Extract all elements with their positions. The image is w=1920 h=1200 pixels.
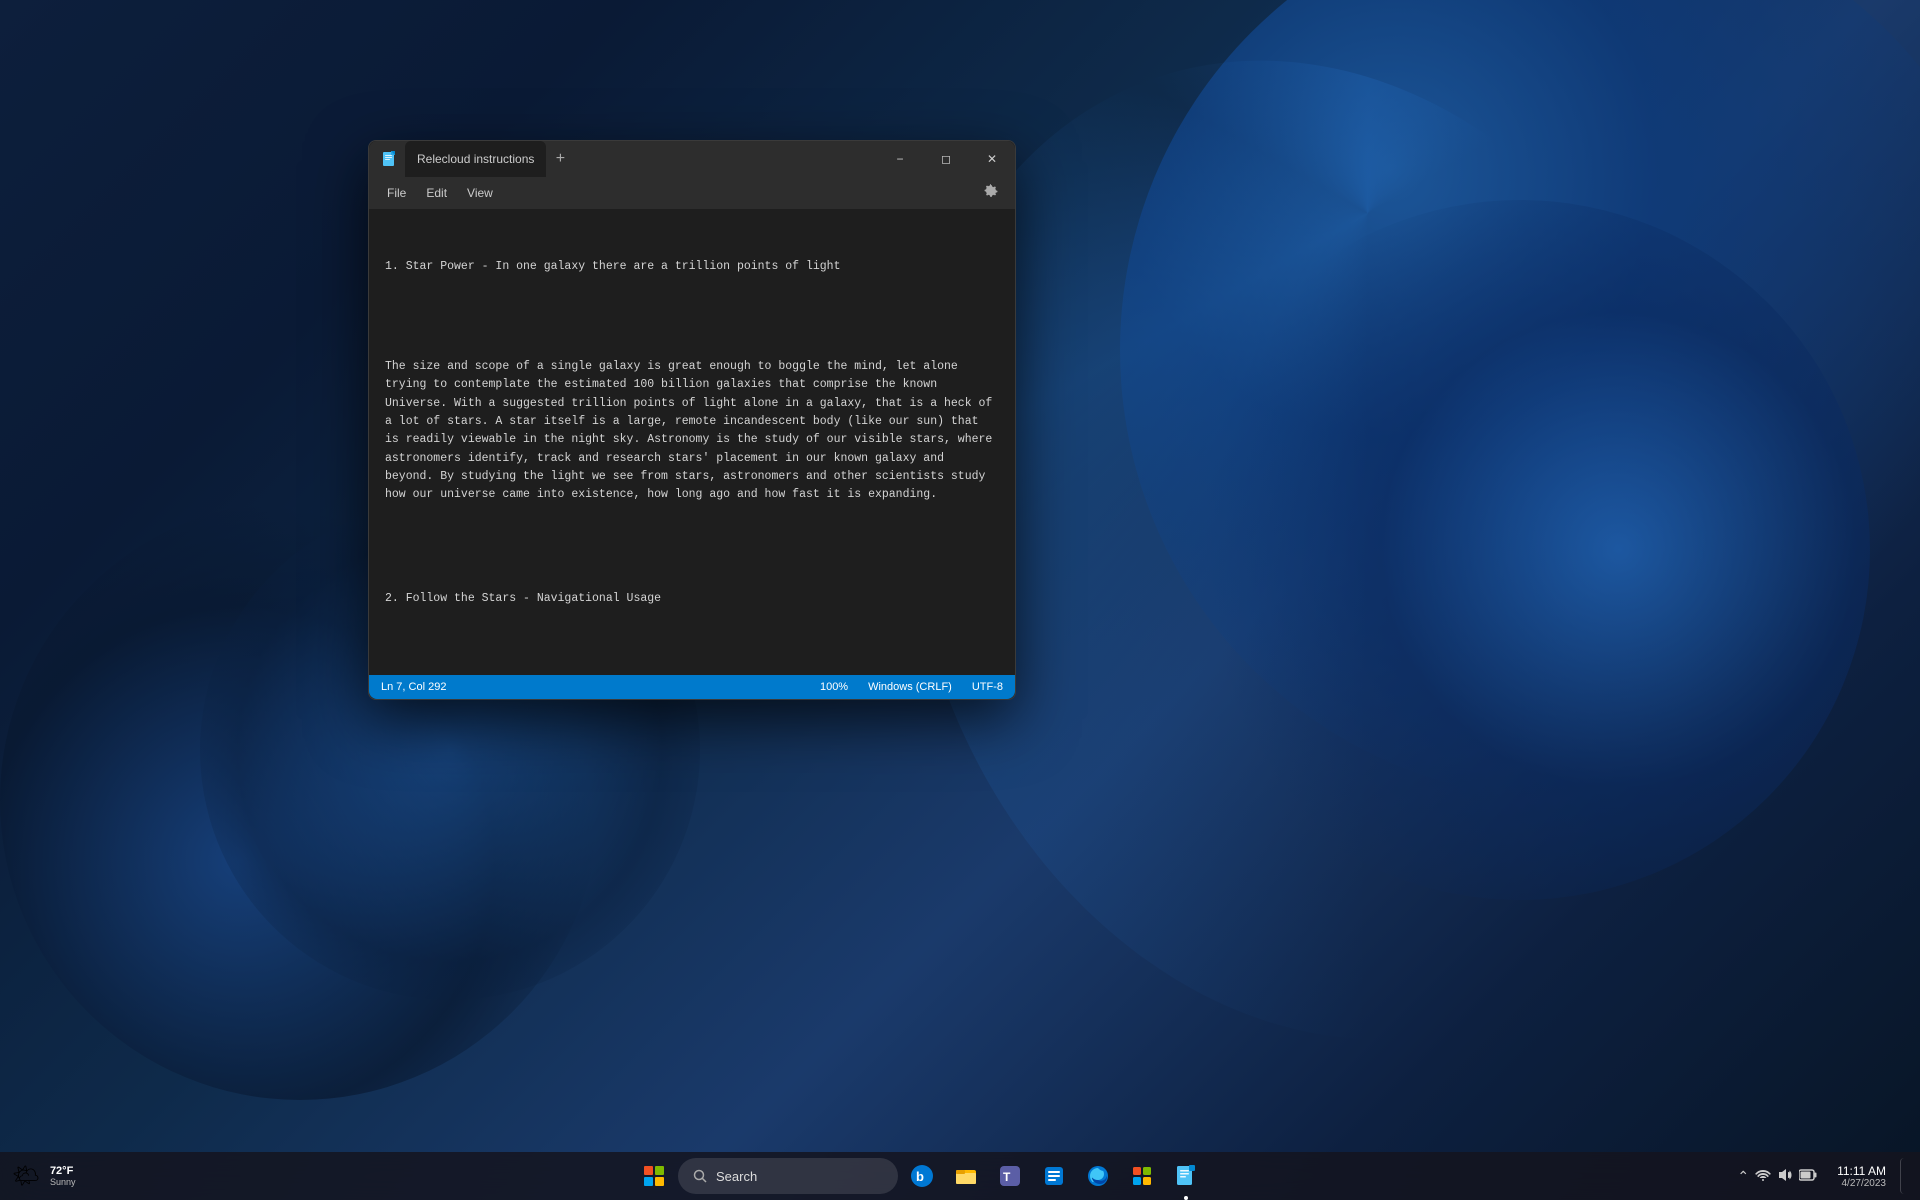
notepad-window: Relecloud instructions + − ◻ ✕ File Edit… [368,140,1016,700]
notepad-taskbar-button[interactable] [1166,1156,1206,1196]
tab-label: Relecloud instructions [417,152,534,166]
taskbar-right: ⌃ 11:11 AM [1708,1158,1908,1194]
close-button[interactable]: ✕ [969,141,1015,177]
teams-icon: T [998,1164,1022,1188]
edge-icon [1086,1164,1110,1188]
edge-button[interactable] [1078,1156,1118,1196]
taskbar-search[interactable]: Search [678,1158,898,1194]
battery-icon[interactable] [1799,1168,1817,1185]
store-button[interactable] [1122,1156,1162,1196]
status-right: 100% Windows (CRLF) UTF-8 [820,681,1003,693]
date-display: 4/27/2023 [1842,1178,1887,1189]
search-label: Search [716,1169,757,1184]
notepad-tab[interactable]: Relecloud instructions [405,141,546,177]
file-explorer-icon [954,1164,978,1188]
active-indicator [1184,1196,1188,1200]
maximize-button[interactable]: ◻ [923,141,969,177]
taskbar-left: 🌤 72°F Sunny [12,1163,132,1189]
tray-chevron-icon[interactable]: ⌃ [1737,1168,1749,1185]
status-bar: Ln 7, Col 292 100% Windows (CRLF) UTF-8 [369,675,1015,699]
wifi-icon[interactable] [1755,1167,1771,1186]
system-tray: ⌃ [1729,1167,1825,1186]
zoom-level: 100% [820,681,848,693]
app-button-1[interactable] [1034,1156,1074,1196]
app-icon-1 [1042,1164,1066,1188]
svg-text:T: T [1003,1170,1011,1184]
title-bar: Relecloud instructions + − ◻ ✕ [369,141,1015,177]
close-icon: ✕ [987,152,997,166]
bing-icon: b [910,1164,934,1188]
minimize-button[interactable]: − [877,141,923,177]
store-icon [1130,1164,1154,1188]
file-explorer-button[interactable] [946,1156,986,1196]
new-tab-button[interactable]: + [546,145,574,173]
weather-condition: Sunny [50,1177,76,1187]
cursor-position: Ln 7, Col 292 [381,681,446,693]
notepad-taskbar-icon [1174,1164,1198,1188]
paragraph-1: The size and scope of a single galaxy is… [385,358,999,505]
encoding: UTF-8 [972,681,1003,693]
menu-bar: File Edit View [369,177,1015,209]
heading-1: 1. Star Power - In one galaxy there are … [385,258,999,276]
view-menu[interactable]: View [457,182,503,204]
text-editor-area[interactable]: 1. Star Power - In one galaxy there are … [369,209,1015,675]
weather-info: 72°F Sunny [50,1165,76,1187]
edit-menu[interactable]: Edit [416,182,457,204]
notepad-app-icon [381,151,397,167]
datetime-display[interactable]: 11:11 AM 4/27/2023 [1829,1164,1894,1189]
svg-text:b: b [916,1169,924,1184]
time-display: 11:11 AM [1837,1164,1886,1178]
tab-area: Relecloud instructions + [405,141,877,177]
weather-icon: 🌤 [12,1163,40,1189]
minimize-icon: − [896,152,903,166]
bing-chat-button[interactable]: b [902,1156,942,1196]
weather-temperature: 72°F [50,1165,76,1177]
settings-button[interactable] [975,179,1007,208]
file-menu[interactable]: File [377,182,416,204]
taskbar-center: Search b T [132,1156,1708,1196]
volume-icon[interactable] [1777,1167,1793,1186]
start-button[interactable] [634,1156,674,1196]
heading-2: 2. Follow the Stars - Navigational Usage [385,590,999,608]
search-icon [692,1168,708,1184]
windows-logo [644,1166,664,1186]
line-endings: Windows (CRLF) [868,681,952,693]
teams-button[interactable]: T [990,1156,1030,1196]
show-desktop-button[interactable] [1900,1158,1908,1194]
title-bar-controls: − ◻ ✕ [877,141,1015,177]
maximize-icon: ◻ [941,152,951,166]
taskbar: 🌤 72°F Sunny Search b [0,1152,1920,1200]
